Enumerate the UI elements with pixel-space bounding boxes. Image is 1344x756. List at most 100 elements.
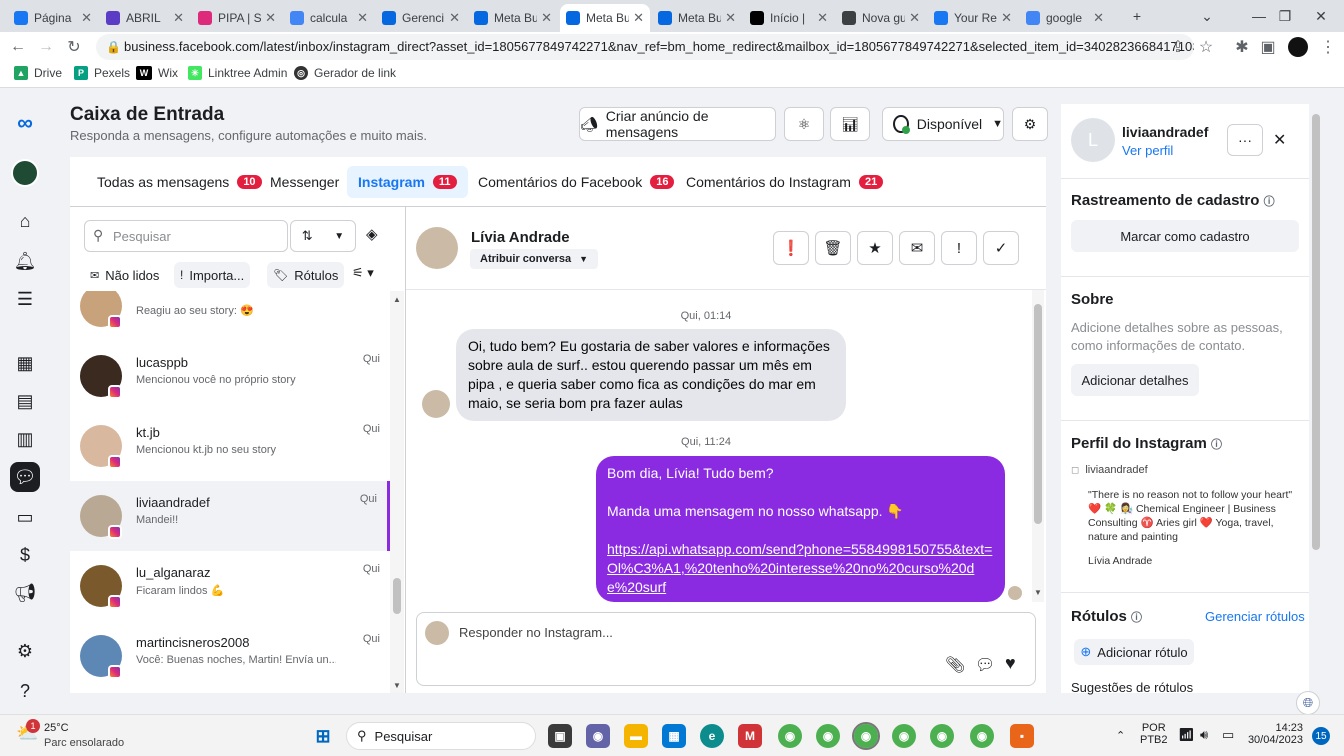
conversation-item[interactable]: martincisneros2008 Você: Buenas noches, M… — [70, 621, 390, 691]
ads-icon[interactable]: 📢︎ — [10, 578, 40, 608]
browser-tab[interactable]: google ✕ — [1020, 4, 1110, 32]
sidebar-icon[interactable]: ▣ — [1256, 35, 1280, 59]
chrome-icon[interactable]: ◉ — [892, 724, 916, 748]
meta-logo-icon[interactable]: ∞ — [10, 108, 40, 138]
browser-tab[interactable]: PIPA | S ✕ — [192, 4, 282, 32]
add-details-button[interactable]: Adicionar detalhes — [1071, 364, 1199, 396]
close-tab-icon[interactable]: ✕ — [541, 10, 552, 26]
bookmark-wix[interactable]: W Wix — [136, 66, 178, 80]
contact-name[interactable]: Lívia Andrade — [471, 229, 570, 246]
teams-icon[interactable]: ◉ — [586, 724, 610, 748]
list-scrollbar[interactable]: ▲ ▼ — [390, 291, 404, 693]
browser-tab[interactable]: Página ✕ — [8, 4, 98, 32]
table-icon[interactable]: ▦ — [10, 348, 40, 378]
chrome-icon[interactable]: ◉ — [852, 722, 880, 750]
share-icon[interactable]: ⇪ — [1166, 35, 1190, 59]
contact-avatar[interactable] — [416, 227, 458, 269]
sort-dropdown[interactable]: ⇅ ▼ — [290, 220, 356, 252]
chrome-icon[interactable]: ◉ — [930, 724, 954, 748]
inbox-icon[interactable]: 💬︎ — [10, 462, 40, 492]
store-icon[interactable]: ▦ — [662, 724, 686, 748]
settings-icon[interactable]: ⚙ — [10, 636, 40, 666]
browser-tab[interactable]: Início | ✕ — [744, 4, 834, 32]
right-pane-scrollbar[interactable] — [1309, 104, 1323, 693]
bar-chart-icon[interactable]: 📊︎ — [830, 107, 870, 141]
close-tab-icon[interactable]: ✕ — [449, 10, 460, 26]
conversation-item[interactable]: Reagiu ao seu story: 😍 — [70, 291, 390, 341]
tab-instagram[interactable]: Instagram 11 — [347, 166, 468, 198]
notifications-icon[interactable]: 🔔︎ — [10, 246, 40, 276]
back-icon[interactable]: ← — [6, 35, 30, 59]
chrome-icon[interactable]: ◉ — [778, 724, 802, 748]
automation-icon[interactable]: ⚛ — [784, 107, 824, 141]
assign-conversation-dropdown[interactable]: Atribuir conversa ▼ — [470, 249, 599, 269]
forward-icon[interactable]: → — [34, 35, 58, 59]
conversation-item[interactable]: liviaandradef Mandei!! Qui — [70, 481, 390, 551]
browser-tab[interactable]: ABRIL ✕ — [100, 4, 190, 32]
new-tab-button[interactable]: + — [1114, 0, 1160, 32]
chrome-icon[interactable]: ◉ — [816, 724, 840, 748]
reply-input[interactable]: Responder no Instagram... — [459, 625, 613, 640]
add-label-button[interactable]: ⊕ Adicionar rótulo — [1074, 639, 1194, 665]
close-tab-icon[interactable]: ✕ — [357, 10, 368, 26]
tab-facebook-comments[interactable]: Comentários do Facebook 16 — [467, 166, 685, 198]
conversation-item[interactable]: kt.jb Mencionou kt.jb no seu story Qui — [70, 411, 390, 481]
close-tab-icon[interactable]: ✕ — [817, 10, 828, 26]
home-icon[interactable]: ⌂ — [10, 206, 40, 236]
browser-tab[interactable]: Meta Bu ✕ — [560, 4, 650, 32]
windows-start-icon[interactable]: ⊞ — [311, 724, 335, 748]
close-tab-icon[interactable]: ✕ — [81, 10, 92, 26]
insights-icon[interactable]: ▥ — [10, 424, 40, 454]
close-tab-icon[interactable]: ✕ — [265, 10, 276, 26]
tab-instagram-comments[interactable]: Comentários do Instagram 21 — [675, 166, 894, 198]
search-input[interactable]: ⚲ Pesquisar — [84, 220, 288, 252]
bookmark-link-generator[interactable]: ◎ Gerador de link — [294, 66, 396, 80]
mcafee-icon[interactable]: M — [738, 724, 762, 748]
menu-icon[interactable]: ☰ — [10, 284, 40, 314]
file-explorer-icon[interactable]: ▬ — [624, 724, 648, 748]
spam-icon[interactable]: ❗ — [773, 231, 809, 265]
business-avatar[interactable] — [10, 158, 40, 188]
more-options-icon[interactable]: ··· — [1227, 124, 1263, 156]
browser-tab[interactable]: Meta Bu ✕ — [468, 4, 558, 32]
reply-box[interactable]: Responder no Instagram... 📎︎ 💬︎ ♥ — [416, 612, 1036, 686]
language-indicator[interactable]: POR PTB2 — [1140, 722, 1168, 746]
chrome-icon[interactable]: ◉ — [970, 724, 994, 748]
close-tab-icon[interactable]: ✕ — [1001, 10, 1012, 26]
star-icon[interactable]: ★ — [857, 231, 893, 265]
tray-chevron-icon[interactable]: ⌃ — [1116, 729, 1125, 742]
bookmark-star-icon[interactable]: ☆ — [1194, 35, 1218, 59]
manage-labels-link[interactable]: Gerenciar rótulos — [1205, 609, 1305, 624]
globe-help-icon[interactable]: 🌐︎ — [1296, 691, 1320, 715]
close-tab-icon[interactable]: ✕ — [909, 10, 920, 26]
trash-icon[interactable]: 🗑︎ — [815, 231, 851, 265]
billing-icon[interactable]: $ — [10, 540, 40, 570]
app-icon[interactable]: ▪ — [1010, 724, 1034, 748]
browser-tab[interactable]: calcula ✕ — [284, 4, 374, 32]
close-tab-icon[interactable]: ✕ — [173, 10, 184, 26]
done-icon[interactable]: ✓ — [983, 231, 1019, 265]
profile-avatar[interactable] — [1286, 35, 1310, 59]
tab-messenger[interactable]: Messenger — [259, 166, 350, 198]
browser-tab[interactable]: Your Re ✕ — [928, 4, 1018, 32]
mark-as-registration-button[interactable]: Marcar como cadastro — [1071, 220, 1299, 252]
close-tab-icon[interactable]: ✕ — [633, 10, 644, 26]
bookmark-linktree[interactable]: ✳ Linktree Admin — [188, 66, 287, 80]
notification-badge[interactable]: 15 — [1312, 727, 1330, 745]
inbox-settings-icon[interactable]: ⚙ — [1012, 107, 1048, 141]
help-icon[interactable]: ? — [10, 676, 40, 706]
browser-tab[interactable]: Gerenci ✕ — [376, 4, 466, 32]
thread-scrollbar[interactable]: ▼ — [1032, 290, 1044, 602]
tab-search-icon[interactable]: ⌄ — [1184, 0, 1230, 32]
bookmark-pexels[interactable]: P Pexels — [74, 66, 130, 80]
view-profile-link[interactable]: Ver perfil — [1122, 143, 1173, 158]
filter-important[interactable]: ! Importa... — [174, 262, 251, 288]
battery-icon[interactable]: ▭ — [1222, 727, 1234, 743]
browser-tab[interactable]: Meta Bu ✕ — [652, 4, 742, 32]
filter-settings-icon[interactable]: ⚟ ▾ — [352, 265, 374, 281]
edge-icon[interactable]: e — [700, 724, 724, 748]
taskbar-search[interactable]: ⚲ Pesquisar — [346, 722, 536, 750]
close-icon[interactable]: ✕ — [1273, 130, 1286, 150]
task-view-icon[interactable]: ▣ — [548, 724, 572, 748]
layers-icon[interactable]: ◈ — [366, 225, 378, 243]
